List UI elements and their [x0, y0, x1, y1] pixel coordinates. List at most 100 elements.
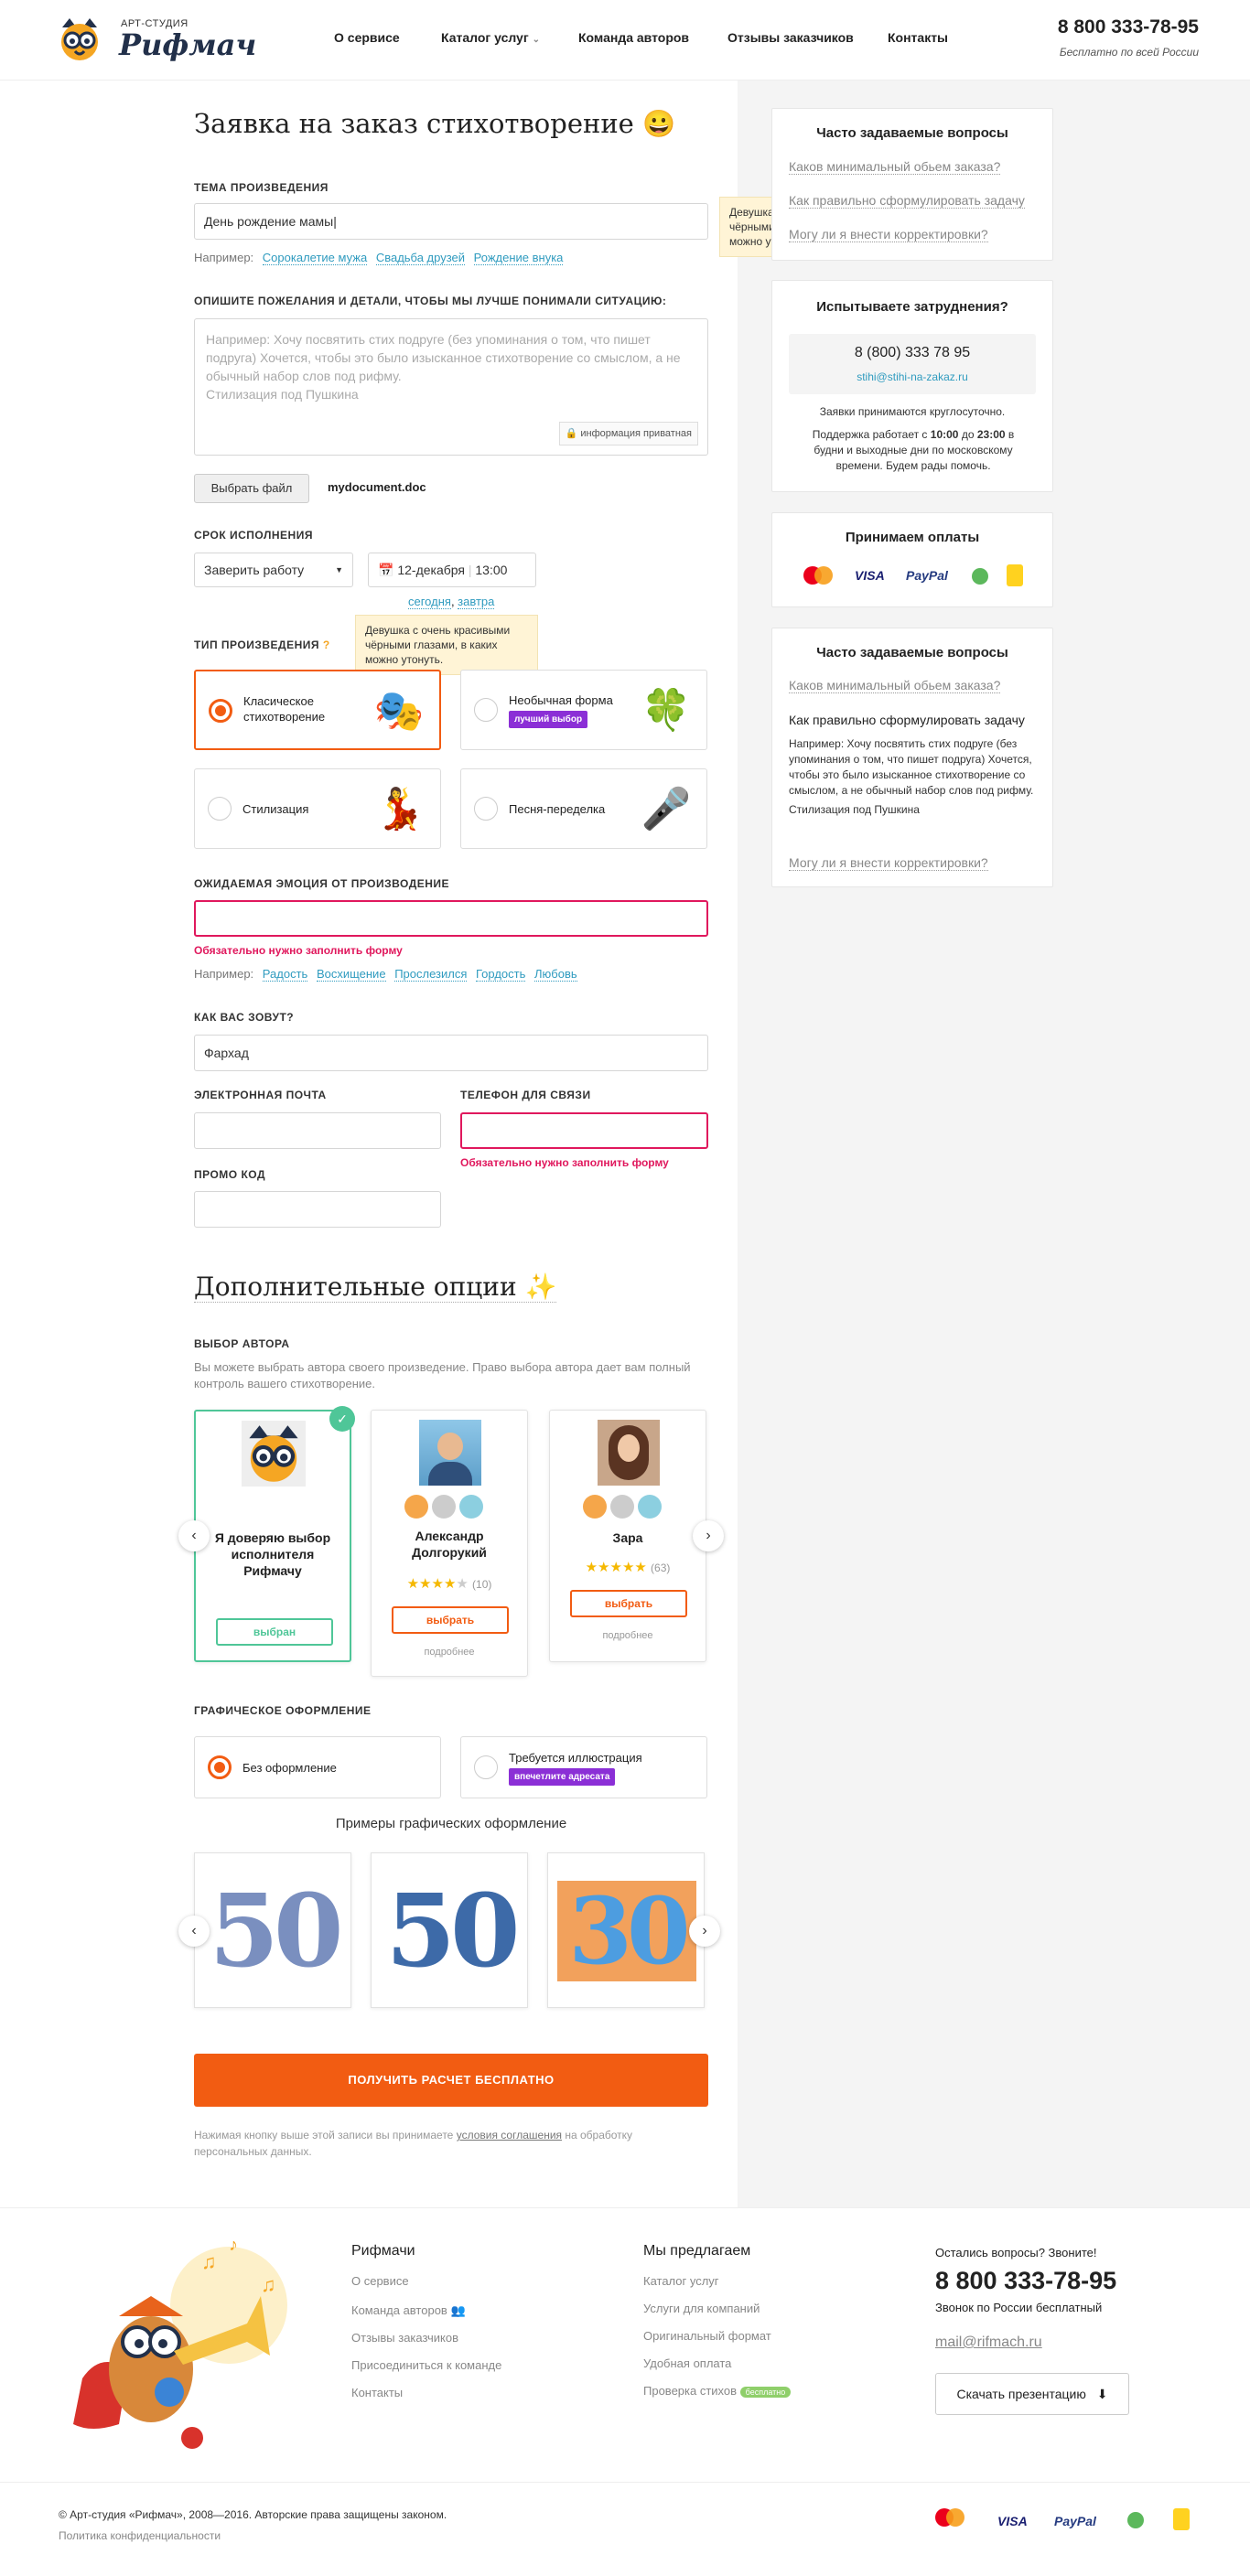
- radio-button[interactable]: [474, 797, 498, 821]
- deadline-today-link[interactable]: сегодня: [408, 595, 451, 609]
- type-card-stylization[interactable]: Стилизация 💃: [194, 768, 441, 849]
- author-select-button[interactable]: выбрать: [570, 1590, 687, 1617]
- author-selected-button[interactable]: выбран: [216, 1618, 333, 1646]
- footer-phone[interactable]: 8 800 333-78-95: [935, 2267, 1116, 2295]
- footer-link-label[interactable]: Проверка стихов: [643, 2384, 737, 2398]
- chevron-left-icon: ‹: [191, 1528, 197, 1543]
- deadline-datetime[interactable]: 📅 12-декабря | 13:00: [368, 553, 536, 587]
- footer-link[interactable]: Каталог услуг: [643, 2274, 719, 2288]
- agreement-link[interactable]: условия соглашения: [457, 2129, 562, 2141]
- emotion-hint-link[interactable]: Любовь: [534, 967, 577, 982]
- author-more-link[interactable]: подробнее: [372, 1647, 527, 1658]
- promo-input[interactable]: [194, 1191, 441, 1228]
- footer-link[interactable]: Проверка стихов бесплатно: [643, 2384, 792, 2398]
- examples-next-button[interactable]: ›: [689, 1916, 720, 1947]
- footer-link-label[interactable]: Команда авторов: [351, 2303, 447, 2317]
- mastercard-icon: [933, 2506, 970, 2530]
- privacy-link[interactable]: Политика конфиденциальности: [59, 2529, 221, 2542]
- nav-catalog-label[interactable]: Каталог услуг: [441, 30, 529, 45]
- deadline-date[interactable]: 12-декабря: [397, 563, 465, 577]
- faq-link[interactable]: Каков минимальный обьем заказа?: [789, 159, 1001, 175]
- caret-down-icon: ▼: [335, 565, 343, 574]
- nav-contacts[interactable]: Контакты: [888, 30, 948, 45]
- download-presentation-button[interactable]: Скачать презентацию ⬇: [935, 2373, 1129, 2415]
- help-icon[interactable]: ?: [323, 639, 330, 651]
- payments-title: Принимаем оплаты: [845, 530, 980, 545]
- footer-link[interactable]: Удобная оплата: [643, 2356, 731, 2370]
- topic-hint-link[interactable]: Сорокалетие мужа: [262, 251, 368, 265]
- rating-stars: ★★★★: [406, 1576, 457, 1592]
- emotion-hint-link[interactable]: Восхищение: [316, 967, 386, 982]
- radio-button[interactable]: [474, 698, 498, 722]
- nav-team[interactable]: Команда авторов: [578, 30, 689, 45]
- emotion-hint-link[interactable]: Прослезился: [394, 967, 468, 982]
- help-contact-box: 8 (800) 333 78 95 stihi@stihi-na-zakaz.r…: [789, 334, 1036, 394]
- phone-input[interactable]: [460, 1112, 708, 1149]
- author-more-link[interactable]: подробнее: [550, 1630, 706, 1641]
- deadline-select[interactable]: Заверить работу ▼: [194, 553, 353, 587]
- radio-button[interactable]: [474, 1755, 498, 1779]
- details-textarea[interactable]: Например: Хочу посвятить стих подруге (б…: [194, 318, 708, 456]
- author-select-button[interactable]: выбрать: [392, 1606, 509, 1634]
- footer-link[interactable]: Команда авторов 👥: [351, 2303, 466, 2318]
- help-note-2-b: до: [961, 428, 975, 441]
- type-card-song[interactable]: Песня-переделка 🎤: [460, 768, 707, 849]
- topic-hint-link[interactable]: Свадьба друзей: [375, 251, 466, 265]
- design-option-illustration[interactable]: Требуется иллюстрация впечетлите адресата: [460, 1736, 707, 1798]
- author-card-trust[interactable]: ✓ Я доверяю выбор исполнителя Рифмачу вы…: [194, 1406, 355, 1662]
- faq-question-open[interactable]: Как правильно сформулировать задачу: [789, 713, 1025, 727]
- footer-link[interactable]: О сервисе: [351, 2274, 409, 2288]
- email-input[interactable]: [194, 1112, 441, 1149]
- radio-button[interactable]: [208, 797, 232, 821]
- carousel-prev-button[interactable]: ‹: [178, 1520, 210, 1551]
- help-email[interactable]: stihi@stihi-na-zakaz.ru: [789, 370, 1036, 383]
- nav-catalog[interactable]: Каталог услуг ⌄: [441, 30, 540, 45]
- emotion-hint-link[interactable]: Радость: [262, 967, 308, 982]
- faq-link[interactable]: Могу ли я внести корректировки?: [789, 227, 988, 242]
- award-icon: [610, 1495, 634, 1519]
- examples-prev-button[interactable]: ‹: [178, 1916, 210, 1947]
- footer-link[interactable]: Контакты: [351, 2386, 403, 2399]
- footer-phone-note: Звонок по России бесплатный: [935, 2301, 1103, 2314]
- help-card: Испытываете затруднения? 8 (800) 333 78 …: [771, 280, 1053, 492]
- deadline-time[interactable]: 13:00: [475, 563, 507, 577]
- carousel-next-button[interactable]: ›: [693, 1520, 724, 1551]
- deadline-tomorrow-link[interactable]: завтра: [458, 595, 495, 609]
- author-card[interactable]: Зара ★★★★★ (63) выбрать подробнее: [549, 1410, 706, 1662]
- example-card[interactable]: 50: [371, 1852, 528, 2008]
- design-option-none[interactable]: Без оформление: [194, 1736, 441, 1798]
- faq-link[interactable]: Как правильно сформулировать задачу: [789, 193, 1025, 209]
- owl-logo-icon[interactable]: [57, 16, 102, 60]
- topic-input[interactable]: День рождение мамы|: [194, 203, 708, 240]
- name-label: КАК ВАС ЗОВУТ?: [194, 1011, 295, 1024]
- emotion-input[interactable]: [194, 900, 708, 937]
- choose-file-button[interactable]: Выбрать файл: [194, 474, 309, 503]
- radio-button[interactable]: [208, 1755, 232, 1779]
- logo-wordmark[interactable]: Рифмач: [119, 27, 256, 62]
- footer-link[interactable]: Услуги для компаний: [643, 2302, 760, 2315]
- design-option-label: Требуется иллюстрация: [509, 1751, 642, 1765]
- chevron-down-icon[interactable]: ⌄: [533, 35, 540, 45]
- type-card-classic[interactable]: Класическое стихотворение 🎭: [194, 670, 441, 750]
- get-estimate-button[interactable]: ПОЛУЧИТЬ РАСЧЕТ БЕСПЛАТНО: [194, 2054, 708, 2107]
- faq-link[interactable]: Могу ли я внести корректировки?: [789, 855, 988, 871]
- footer-link[interactable]: Отзывы заказчиков: [351, 2331, 458, 2345]
- yandex-money-icon: [1173, 2508, 1190, 2530]
- visa-icon: VISA: [855, 568, 885, 583]
- help-phone[interactable]: 8 (800) 333 78 95: [789, 345, 1036, 361]
- nav-about[interactable]: О сервисе: [334, 30, 400, 45]
- radio-button[interactable]: [209, 699, 232, 723]
- footer-link[interactable]: Оригинальный формат: [643, 2329, 771, 2343]
- topic-hint-link[interactable]: Рождение внука: [473, 251, 564, 265]
- example-card[interactable]: 30: [547, 1852, 705, 2008]
- type-card-unusual[interactable]: Необычная форма лучший выбор 🍀: [460, 670, 707, 750]
- footer-link[interactable]: Присоединиться к команде: [351, 2358, 501, 2372]
- example-card[interactable]: 50: [194, 1852, 351, 2008]
- emotion-hint-link[interactable]: Гордость: [476, 967, 526, 982]
- header-phone[interactable]: 8 800 333-78-95: [1058, 16, 1199, 38]
- faq-link[interactable]: Каков минимальный обьем заказа?: [789, 678, 1001, 693]
- footer-email[interactable]: mail@rifmach.ru: [935, 2334, 1042, 2351]
- name-input[interactable]: Фархад: [194, 1035, 708, 1071]
- nav-reviews[interactable]: Отзывы заказчиков: [727, 30, 854, 45]
- author-card[interactable]: Александр Долгорукий ★★★★★ (10) выбрать …: [371, 1410, 528, 1677]
